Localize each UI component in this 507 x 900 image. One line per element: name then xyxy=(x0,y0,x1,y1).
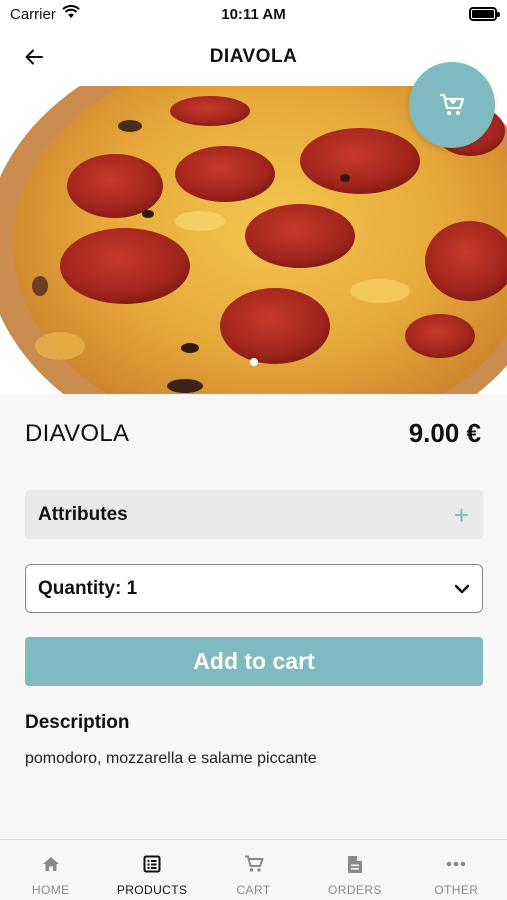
status-time: 10:11 AM xyxy=(221,5,286,23)
battery-icon xyxy=(469,7,500,21)
page-title: DIAVOLA xyxy=(209,46,298,67)
tab-label: HOME xyxy=(31,883,70,897)
quantity-select[interactable]: Quantity: 1 xyxy=(25,564,483,613)
list-icon xyxy=(143,853,161,875)
description-text: pomodoro, mozzarella e salame piccante xyxy=(25,750,317,767)
add-to-cart-button[interactable]: Add to cart xyxy=(25,637,483,686)
description-title: Description xyxy=(25,712,130,733)
carousel-indicator[interactable] xyxy=(250,358,258,366)
tab-products[interactable]: PRODUCTS xyxy=(101,840,202,900)
tab-orders[interactable]: ORDERS xyxy=(304,840,405,900)
arrow-left-icon xyxy=(25,49,43,65)
chevron-down-icon xyxy=(454,584,470,593)
cart-icon xyxy=(440,93,465,115)
tab-label: OTHER xyxy=(434,883,479,897)
tab-bar: HOME PRODUCTS CART ORDERS OTHER xyxy=(0,839,507,900)
product-price: 9.00 € xyxy=(408,418,481,448)
attributes-label: Attributes xyxy=(38,503,128,525)
tab-label: ORDERS xyxy=(328,883,382,897)
back-button[interactable] xyxy=(20,43,48,71)
plus-icon: + xyxy=(453,499,469,530)
cart-icon xyxy=(244,853,264,875)
attributes-expander[interactable]: Attributes + xyxy=(25,490,483,539)
tab-cart[interactable]: CART xyxy=(203,840,304,900)
tab-label: PRODUCTS xyxy=(116,883,188,897)
more-icon xyxy=(446,853,466,875)
status-bar: Carrier 10:11 AM xyxy=(0,0,507,28)
home-icon xyxy=(42,853,60,875)
tab-label: CART xyxy=(236,883,271,897)
document-icon xyxy=(347,853,363,875)
product-name: DIAVOLA xyxy=(25,420,130,447)
quantity-label: Quantity: 1 xyxy=(38,577,138,599)
tab-other[interactable]: OTHER xyxy=(406,840,507,900)
tab-home[interactable]: HOME xyxy=(0,840,101,900)
cart-button[interactable] xyxy=(409,62,495,148)
